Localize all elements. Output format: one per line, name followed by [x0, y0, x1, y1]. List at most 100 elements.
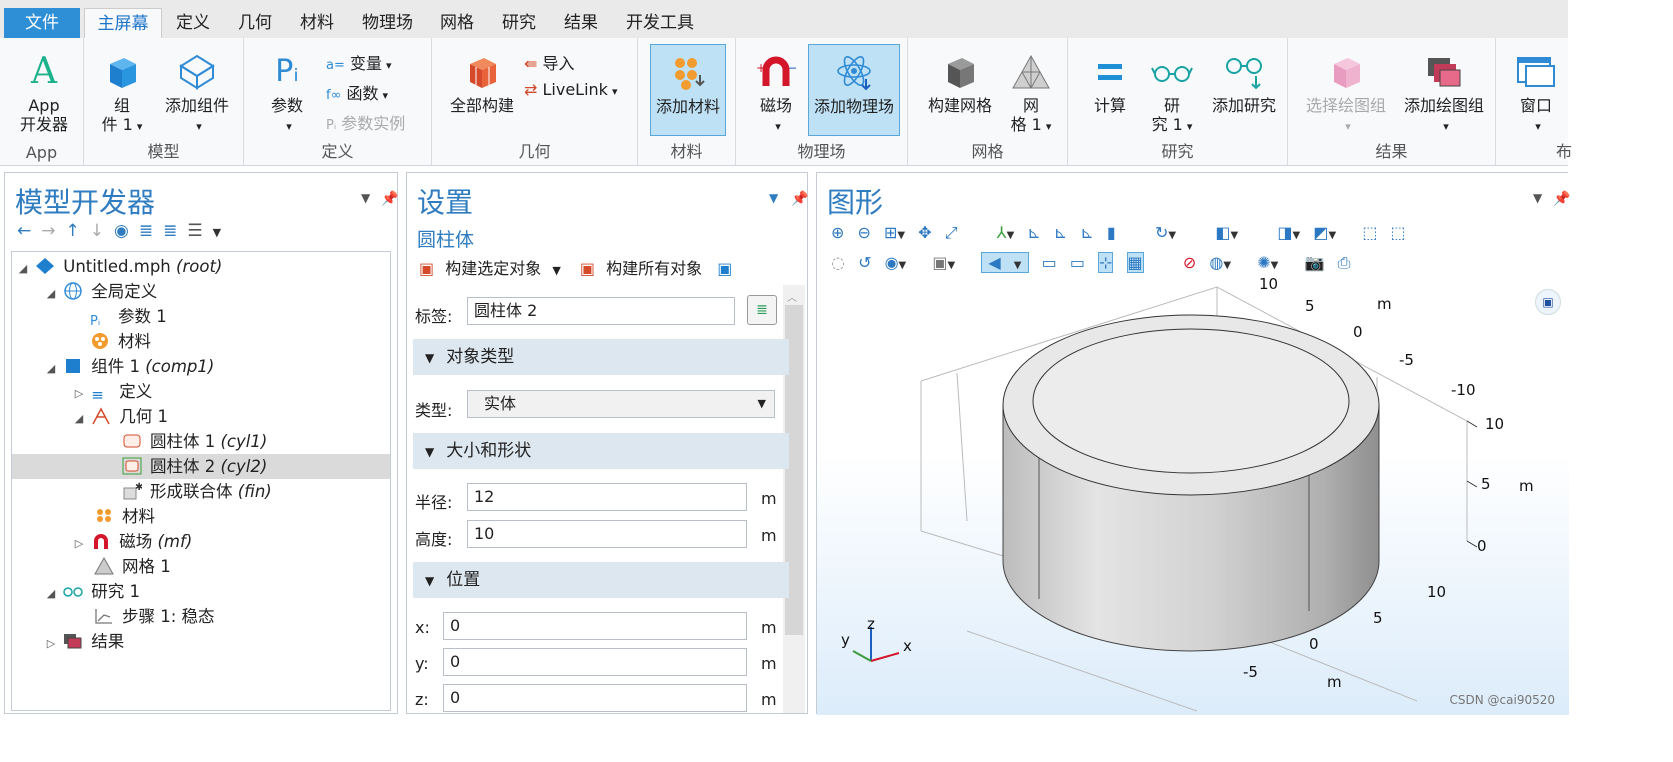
- study1-button[interactable]: 研 究 1 ▾: [1144, 52, 1200, 136]
- yz-view-icon[interactable]: ⊾: [1054, 223, 1067, 242]
- reset-hiding-icon[interactable]: ↺: [858, 253, 871, 272]
- build-all-objects-button[interactable]: 构建所有对象: [606, 259, 702, 278]
- build-mesh-button[interactable]: 构建网格: [924, 52, 996, 115]
- y-field[interactable]: 0: [443, 648, 747, 676]
- tab-home[interactable]: 主屏幕: [84, 8, 162, 38]
- move-down-icon[interactable]: ↓: [90, 221, 114, 241]
- pin-icon[interactable]: 📌: [381, 191, 398, 207]
- tab-mesh[interactable]: 网格: [440, 8, 474, 38]
- tab-study[interactable]: 研究: [502, 8, 536, 38]
- pin-icon[interactable]: 📌: [791, 191, 808, 207]
- height-field[interactable]: 10: [467, 520, 747, 548]
- scroll-up-icon[interactable]: ︿: [787, 289, 797, 304]
- build-selected-button[interactable]: 构建选定对象: [445, 259, 541, 278]
- build-all-button[interactable]: 全部构建: [442, 52, 522, 115]
- select-domains-icon[interactable]: ◩: [1313, 223, 1328, 242]
- expand-sections-icon[interactable]: ≣: [139, 221, 163, 241]
- toolbar-dropdown-icon[interactable]: ▼: [213, 226, 231, 239]
- back-arrow-icon[interactable]: ←: [17, 221, 41, 241]
- compute-button[interactable]: 计算: [1080, 52, 1140, 115]
- panel-menu-icon[interactable]: ▼: [1533, 191, 1542, 205]
- tree-geometry[interactable]: ◢ 几何 1: [72, 404, 168, 429]
- section-position[interactable]: ▼ 位置: [413, 562, 789, 598]
- view-icon[interactable]: ◉: [885, 253, 899, 272]
- add-material-button[interactable]: 添加材料: [650, 44, 726, 136]
- tab-geometry[interactable]: 几何: [238, 8, 272, 38]
- tree-cylinder1[interactable]: 圆柱体 1 (cyl1): [122, 429, 267, 454]
- tree-magnetic-fields[interactable]: ▷ 磁场 (mf): [72, 529, 193, 554]
- add-plot-group-button[interactable]: 添加绘图组 ▾: [1396, 52, 1492, 136]
- axis-view-icon[interactable]: ⅄: [997, 223, 1007, 242]
- show-axes-icon[interactable]: ⊹: [1098, 252, 1114, 273]
- box-select-icon[interactable]: ⬚: [1362, 223, 1377, 242]
- radius-field[interactable]: 12: [467, 483, 747, 511]
- parameters-button[interactable]: Pᵢ 参数 ▾: [260, 52, 314, 136]
- z-field[interactable]: 0: [443, 684, 747, 712]
- print-icon[interactable]: ⎙: [1338, 253, 1351, 272]
- tree-form-union[interactable]: ✱ 形成联合体 (fin): [122, 479, 272, 504]
- parameter-case-button[interactable]: Pᵢ 参数实例: [326, 110, 405, 134]
- livelink-button[interactable]: ⇄ LiveLink ▾: [524, 80, 617, 99]
- tree-study[interactable]: ◢ 研究 1: [44, 579, 140, 604]
- zoom-extents-icon[interactable]: ⤢: [945, 223, 958, 242]
- tree-global-materials[interactable]: 材料: [90, 329, 151, 354]
- magnetic-fields-button[interactable]: + − 磁场 ▾: [748, 52, 804, 136]
- scene-light-button[interactable]: ◀ ▼: [981, 252, 1029, 273]
- windows-button[interactable]: 窗口 ▾: [1508, 52, 1564, 136]
- component-button[interactable]: 组 件 1 ▾: [90, 52, 154, 136]
- rotate-icon[interactable]: ↻: [1155, 223, 1168, 242]
- tree-definitions[interactable]: ▷ ≡ 定义: [72, 379, 152, 404]
- section-object-type[interactable]: ▼ 对象类型: [413, 339, 789, 375]
- zoom-out-icon[interactable]: ⊖: [858, 223, 871, 242]
- tab-developer[interactable]: 开发工具: [626, 8, 694, 38]
- tree-cylinder2-selected[interactable]: 圆柱体 2 (cyl2): [12, 454, 390, 479]
- mesh1-button[interactable]: 网 格 1 ▾: [1002, 52, 1060, 136]
- select-boundaries-icon[interactable]: ◨: [1277, 223, 1292, 242]
- collapse-sections-icon[interactable]: ≣: [163, 221, 187, 241]
- show-grid-icon[interactable]: ▦: [1126, 252, 1144, 273]
- import-button[interactable]: ⇚ 导入: [524, 50, 575, 74]
- pan-icon[interactable]: ✥: [918, 223, 931, 242]
- tree-component[interactable]: ◢ 组件 1 (comp1): [44, 354, 215, 379]
- tree-results[interactable]: ▷ 结果: [44, 629, 124, 654]
- tree-parameters[interactable]: Pᵢ 参数 1: [90, 304, 167, 329]
- view-cube-icon[interactable]: ▣: [1535, 289, 1561, 315]
- clear-selection-icon[interactable]: ⬚: [1391, 223, 1406, 242]
- build-selected-dropdown-icon[interactable]: ▼: [552, 264, 560, 277]
- zoom-box-icon[interactable]: ⊞: [884, 223, 897, 242]
- tree-global-definitions[interactable]: ◢ 全局定义: [44, 279, 157, 304]
- app-builder-button[interactable]: A App 开发器: [8, 52, 80, 135]
- tab-materials[interactable]: 材料: [300, 8, 334, 38]
- panel-menu-icon[interactable]: ▼: [769, 191, 778, 205]
- color-icon[interactable]: ◍: [1209, 253, 1223, 272]
- select-objects-icon[interactable]: ◧: [1215, 223, 1230, 242]
- add-study-button[interactable]: 添加研究: [1204, 52, 1284, 115]
- move-up-icon[interactable]: ↑: [66, 221, 90, 241]
- tab-results[interactable]: 结果: [564, 8, 598, 38]
- x-field[interactable]: 0: [443, 612, 747, 640]
- camera-tripod-icon[interactable]: ▮: [1107, 223, 1116, 242]
- label-field[interactable]: 圆柱体 2: [467, 297, 735, 325]
- pin-icon[interactable]: 📌: [1553, 191, 1570, 207]
- select-plot-group-button[interactable]: 选择绘图组 ▾: [1298, 52, 1394, 136]
- hide-icon[interactable]: ◌: [831, 253, 845, 272]
- tab-file[interactable]: 文件: [4, 8, 80, 38]
- tab-definitions[interactable]: 定义: [176, 8, 210, 38]
- tree-mesh[interactable]: 网格 1: [94, 554, 171, 579]
- tab-physics[interactable]: 物理场: [362, 8, 413, 38]
- functions-button[interactable]: f∞ 函数 ▾: [326, 80, 388, 104]
- clear-icon[interactable]: ⊘: [1183, 253, 1196, 272]
- render-icon[interactable]: ▭: [1070, 253, 1085, 272]
- list-view-icon[interactable]: ☰: [187, 221, 212, 241]
- wireframe-icon[interactable]: ▭: [1042, 253, 1057, 272]
- zoom-in-icon[interactable]: ⊕: [831, 223, 844, 242]
- graphics-viewport[interactable]: 10 5 m 0 -5 -10 10 5 m 0 10 5 0 -5 m z x…: [817, 275, 1569, 715]
- forward-arrow-icon[interactable]: →: [41, 221, 65, 241]
- tree-materials[interactable]: 材料: [94, 504, 155, 529]
- type-select[interactable]: 实体 ▼: [467, 390, 775, 418]
- variables-button[interactable]: a= 变量 ▾: [326, 50, 392, 74]
- edit-label-icon[interactable]: ≣: [747, 295, 777, 325]
- xy-view-icon[interactable]: ⊾: [1027, 223, 1040, 242]
- aperture-icon[interactable]: ✺: [1257, 253, 1270, 272]
- panel-menu-icon[interactable]: ▼: [361, 191, 370, 205]
